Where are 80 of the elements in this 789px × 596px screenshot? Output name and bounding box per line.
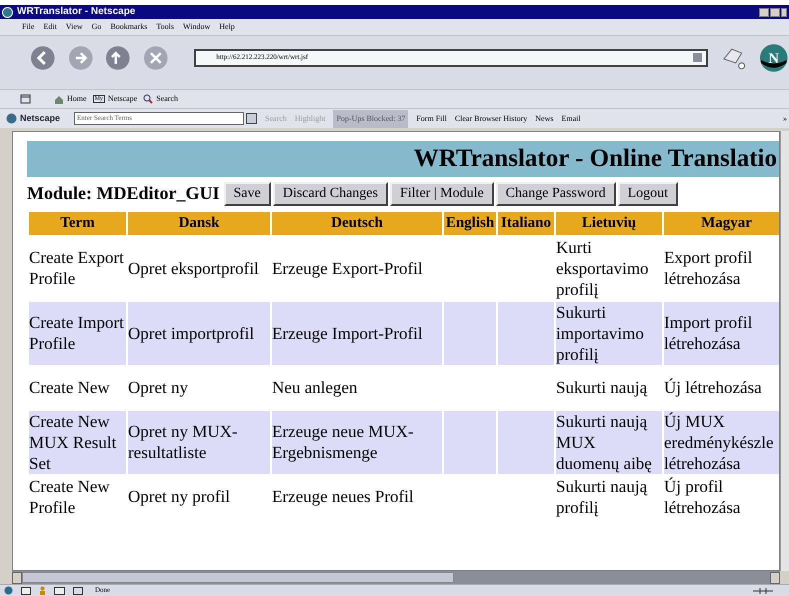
minimize-button[interactable] bbox=[759, 8, 769, 16]
horizontal-scrollbar[interactable] bbox=[12, 571, 780, 584]
page-title: WRTranslator - Online Translatio bbox=[414, 144, 777, 174]
globe-icon bbox=[6, 113, 17, 124]
scrollbar-thumb[interactable] bbox=[22, 572, 454, 583]
menu-item[interactable]: Help bbox=[219, 21, 235, 33]
table-cell: Sukurti naują profilį bbox=[556, 476, 648, 516]
globe-icon[interactable] bbox=[4, 586, 13, 595]
column-header: Lietuvių bbox=[556, 212, 662, 234]
logo-icon[interactable]: N bbox=[759, 42, 789, 72]
column-header: Term bbox=[29, 212, 126, 234]
table-cell: Create New MUX Result Set bbox=[29, 412, 116, 472]
dropdown-button[interactable] bbox=[246, 113, 258, 124]
news-button[interactable]: News bbox=[535, 112, 554, 124]
table-cell: Neu anlegen bbox=[272, 378, 358, 397]
column-header: Italiano bbox=[498, 212, 554, 234]
menu-item[interactable]: Bookmarks bbox=[110, 21, 148, 33]
close-button[interactable] bbox=[781, 8, 787, 16]
table-cell: Create New bbox=[29, 378, 110, 397]
person-icon[interactable] bbox=[39, 586, 46, 595]
page-icon[interactable] bbox=[73, 586, 83, 594]
toolbar-button[interactable]: Discard Changes bbox=[272, 182, 388, 206]
table-cell: Create Export Profile bbox=[29, 248, 124, 288]
toolbar-button[interactable]: Logout bbox=[618, 182, 678, 206]
forward-icon[interactable] bbox=[68, 44, 94, 70]
table-cell: Create Import Profile bbox=[29, 313, 124, 353]
toolbar-link[interactable]: Home bbox=[54, 93, 87, 105]
popups-blocked-button[interactable]: Pop-Ups Blocked: 37 bbox=[333, 110, 408, 128]
app-icon bbox=[2, 6, 13, 18]
scroll-left-icon[interactable] bbox=[12, 572, 22, 584]
search-icon bbox=[143, 94, 154, 104]
menu-item[interactable]: File bbox=[22, 21, 34, 33]
table-cell: Erzeuge neue MUX-Ergebnismenge bbox=[272, 422, 414, 462]
table-cell: Import profil létrehozása bbox=[664, 313, 752, 353]
module-label: Module: MDEditor_GUI bbox=[27, 182, 220, 205]
table-cell: Sukurti naują MUX duomenų aibę bbox=[556, 412, 652, 472]
table-cell: Erzeuge Import-Profil bbox=[272, 324, 423, 342]
table-cell: Opret ny bbox=[128, 378, 188, 397]
table-cell: Opret eksportprofil bbox=[128, 258, 259, 278]
toolbar-button[interactable]: Save bbox=[224, 182, 271, 206]
overflow-button[interactable]: » bbox=[783, 112, 787, 124]
reload-icon[interactable] bbox=[105, 44, 131, 70]
table-cell: Új MUX eredménykészle létrehozása bbox=[664, 412, 774, 472]
dropdown-icon[interactable] bbox=[692, 53, 702, 62]
toolbar-link[interactable]: Search bbox=[143, 93, 178, 105]
table-cell: Opret ny profil bbox=[128, 487, 230, 506]
toolbar-button[interactable]: Filter | Module bbox=[390, 182, 494, 206]
back-icon[interactable] bbox=[30, 44, 56, 70]
table-cell: Sukurti naują bbox=[556, 378, 648, 397]
maximize-button[interactable] bbox=[770, 8, 780, 16]
table-cell: Sukurti importavimo profilį bbox=[556, 302, 644, 364]
vertical-scrollbar[interactable] bbox=[780, 131, 789, 571]
form-fill-button[interactable]: Form Fill bbox=[416, 112, 447, 124]
column-header: Deutsch bbox=[272, 212, 442, 234]
column-header: English bbox=[444, 212, 496, 234]
column-header: Magyar bbox=[664, 212, 779, 234]
table-cell: Export profil létrehozása bbox=[664, 248, 752, 288]
toolbar-button[interactable]: Change Password bbox=[496, 182, 616, 206]
netscape-menu[interactable]: Netscape bbox=[6, 112, 60, 126]
table-cell: Erzeuge Export-Profil bbox=[272, 258, 423, 278]
table-cell: Új profil létrehozása bbox=[664, 476, 740, 516]
email-button[interactable]: Email bbox=[561, 112, 581, 124]
connection-icon bbox=[753, 586, 773, 594]
column-header: Dansk bbox=[128, 212, 270, 234]
scroll-right-icon[interactable] bbox=[770, 572, 780, 584]
stop-icon[interactable] bbox=[142, 44, 168, 70]
menu-item[interactable]: View bbox=[66, 21, 83, 33]
house-icon bbox=[54, 94, 64, 104]
menu-item[interactable]: Edit bbox=[43, 21, 57, 33]
menu-item[interactable]: Tools bbox=[156, 21, 174, 33]
table-cell: Create New Profile bbox=[29, 476, 110, 516]
window-title: WRTranslator - Netscape bbox=[17, 7, 136, 17]
table-cell: Erzeuge neues Profil bbox=[272, 487, 414, 506]
clear-history-button[interactable]: Clear Browser History bbox=[454, 112, 528, 124]
table-cell: Opret importprofil bbox=[128, 324, 254, 342]
table-cell: Kurti eksportavimo profilį bbox=[556, 238, 649, 298]
menu-item[interactable]: Go bbox=[92, 21, 102, 33]
menu-item[interactable]: Window bbox=[183, 21, 210, 33]
table-cell: Új létrehozása bbox=[664, 378, 762, 397]
table-cell: Opret ny MUX-resultatliste bbox=[128, 422, 238, 462]
